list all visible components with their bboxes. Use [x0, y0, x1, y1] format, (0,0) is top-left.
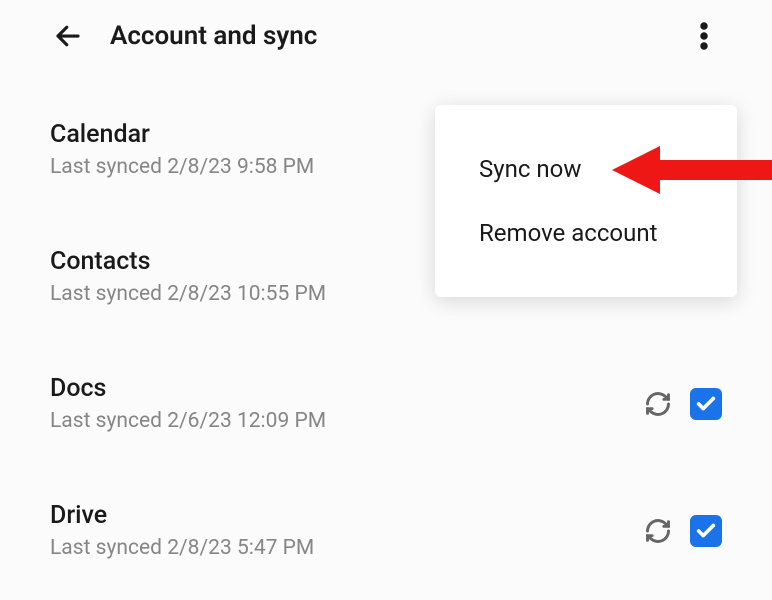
item-subtitle: Last synced 2/6/23 12:09 PM: [50, 409, 644, 433]
list-item-text: Drive Last synced 2/8/23 5:47 PM: [50, 501, 644, 560]
sync-toggle-checkbox[interactable]: [690, 515, 722, 547]
sync-status-icon: [644, 517, 672, 545]
sync-icon: [644, 517, 672, 545]
check-icon: [695, 520, 717, 542]
more-options-button[interactable]: [686, 18, 722, 54]
header-bar: Account and sync: [0, 0, 772, 72]
item-controls: [644, 388, 722, 420]
overflow-menu: Sync now Remove account: [435, 105, 737, 297]
sync-item-docs[interactable]: Docs Last synced 2/6/23 12:09 PM: [50, 374, 722, 433]
item-controls: [644, 515, 722, 547]
item-title: Drive: [50, 501, 644, 530]
page-title: Account and sync: [110, 21, 317, 51]
item-subtitle: Last synced 2/8/23 5:47 PM: [50, 536, 644, 560]
arrow-left-icon: [53, 21, 83, 51]
sync-icon: [644, 390, 672, 418]
sync-toggle-checkbox[interactable]: [690, 388, 722, 420]
back-button[interactable]: [50, 18, 86, 54]
sync-status-icon: [644, 390, 672, 418]
menu-item-sync-now[interactable]: Sync now: [435, 137, 737, 201]
sync-item-drive[interactable]: Drive Last synced 2/8/23 5:47 PM: [50, 501, 722, 560]
check-icon: [695, 393, 717, 415]
menu-item-remove-account[interactable]: Remove account: [435, 201, 737, 265]
item-title: Docs: [50, 374, 644, 403]
more-vert-icon: [700, 21, 708, 51]
list-item-text: Docs Last synced 2/6/23 12:09 PM: [50, 374, 644, 433]
